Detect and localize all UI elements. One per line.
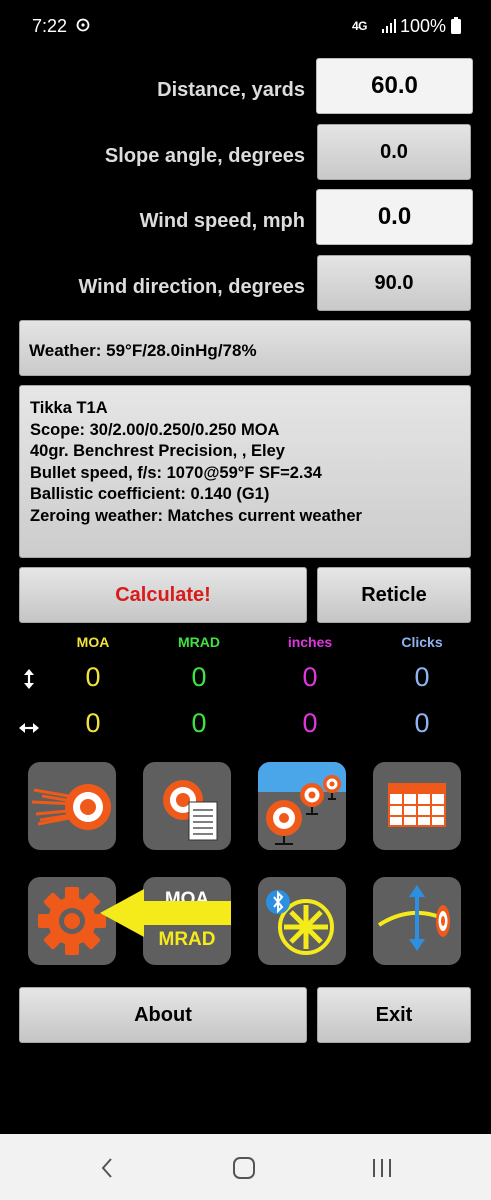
status-bar: 7:22 4G 100%	[0, 0, 491, 52]
slope-label: Slope angle, degrees	[104, 145, 305, 167]
horizontal-mrad-value: 0	[191, 708, 207, 738]
speeding-target-icon	[31, 784, 111, 830]
clicks-header: Clicks	[401, 634, 443, 650]
exit-button[interactable]: Exit	[317, 987, 471, 1043]
profile-line: Ballistic coefficient: 0.140 (G1)	[30, 485, 270, 503]
moa-header: MOA	[76, 634, 110, 650]
navigation-bar	[0, 1134, 491, 1200]
recent-apps-icon[interactable]	[370, 1156, 394, 1180]
profile-line: Scope: 30/2.00/0.250/0.250 MOA	[30, 420, 280, 439]
profile-line: Bullet speed, f/s: 1070@59°F SF=2.34	[30, 463, 322, 482]
wind-direction-button[interactable]: 90.0	[317, 255, 471, 311]
profile-line: 40gr. Benchrest Precision, , Eley	[30, 442, 285, 460]
horizontal-moa-value: 0	[85, 708, 101, 738]
multi-target-button[interactable]	[258, 762, 346, 850]
vertical-clicks-value: 0	[414, 662, 430, 692]
alarm-icon	[76, 18, 90, 32]
target-report-button[interactable]	[143, 762, 231, 850]
trajectory-button[interactable]	[28, 762, 116, 850]
battery-icon	[451, 17, 461, 34]
wind-direction-label: Wind direction, degrees	[78, 276, 305, 298]
highlight-arrow-icon	[100, 889, 231, 937]
trajectory-adjust-icon	[377, 885, 450, 951]
reticle-button[interactable]: Reticle	[317, 567, 471, 623]
horizontal-inches-value: 0	[302, 708, 318, 738]
network-type: 4G	[352, 19, 368, 33]
home-icon[interactable]	[232, 1156, 256, 1180]
bluetooth-anemometer-icon	[266, 890, 334, 955]
distance-field[interactable]: 60.0	[316, 58, 473, 114]
about-button[interactable]: About	[19, 987, 307, 1043]
mrad-header: MRAD	[178, 634, 220, 650]
wind-speed-label: Wind speed, mph	[139, 210, 305, 232]
inches-header: inches	[287, 634, 333, 650]
vertical-arrow-icon	[24, 669, 34, 689]
battery-percent: 100%	[400, 16, 447, 36]
wind-meter-button[interactable]	[258, 877, 346, 965]
calculate-button[interactable]: Calculate!	[19, 567, 307, 623]
status-time: 7:22	[32, 16, 68, 36]
slope-angle-button[interactable]: 0.0	[317, 124, 471, 180]
range-table-button[interactable]	[373, 762, 461, 850]
distance-label: Distance, yards	[157, 79, 305, 101]
profile-line: Tikka T1A	[30, 399, 108, 417]
signal-icon	[382, 19, 396, 33]
multiple-targets-icon	[258, 762, 346, 850]
vertical-inches-value: 0	[302, 662, 318, 692]
profile-button[interactable]: Tikka T1A Scope: 30/2.00/0.250/0.250 MOA…	[19, 385, 471, 558]
horizontal-clicks-value: 0	[414, 708, 430, 738]
zero-adjust-button[interactable]	[373, 877, 461, 965]
back-icon[interactable]	[96, 1156, 120, 1180]
profile-line: Zeroing weather: Matches current weather	[30, 506, 362, 525]
weather-button[interactable]: Weather: 59°F/28.0inHg/78%	[19, 320, 471, 376]
vertical-moa-value: 0	[85, 662, 101, 692]
horizontal-arrow-icon	[19, 723, 39, 733]
target-document-icon	[163, 780, 218, 841]
vertical-mrad-value: 0	[191, 662, 207, 692]
wind-speed-field[interactable]: 0.0	[316, 189, 473, 245]
table-icon	[388, 783, 446, 827]
